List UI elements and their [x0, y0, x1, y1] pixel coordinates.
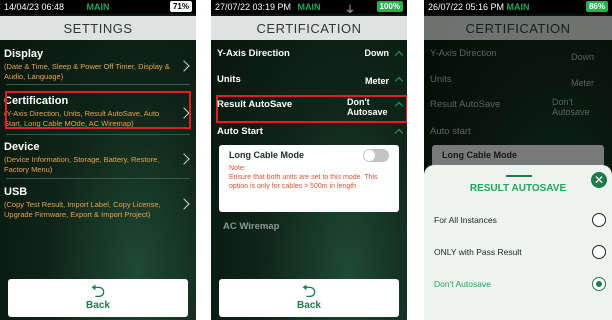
radio-button-selected[interactable] — [592, 277, 606, 291]
battery-indicator: 71% — [169, 1, 192, 12]
menu-item-title: Device — [4, 141, 40, 153]
option-dont-autosave[interactable]: Don't Autosave — [434, 277, 606, 295]
toggle-knob — [364, 150, 375, 161]
menu-item-subtitle: (Copy Test Result, Import Label, Copy Li… — [4, 200, 161, 219]
back-label: Back — [297, 300, 321, 311]
result-autosave-sheet: RESULT AUTOSAVE ✕ For All Instances ONLY… — [424, 165, 612, 320]
back-label: Back — [86, 300, 110, 311]
card-note: Note: Ensure that both units are set to … — [229, 164, 391, 191]
row-label: Y-Axis Direction — [217, 48, 290, 59]
settings-screen: 14/04/23 06:48 MAIN 71% SETTINGS Display… — [0, 0, 196, 320]
option-only-with-pass-result[interactable]: ONLY with Pass Result — [434, 245, 606, 263]
certification-autosave-screen: 26/07/22 05:16 PM MAIN 86% CERTIFICATION… — [424, 0, 612, 320]
divider — [6, 134, 190, 135]
page-title: SETTINGS — [0, 16, 196, 40]
row-label: Units — [217, 74, 241, 85]
menu-item-subtitle: (Date & Time, Sleep & Power Off Timer, D… — [4, 62, 170, 81]
status-bar: 26/07/22 05:16 PM MAIN 86% — [424, 0, 612, 14]
status-bar: 14/04/23 06:48 MAIN 71% — [0, 0, 196, 14]
option-for-all-instances[interactable]: For All Instances — [434, 213, 606, 231]
row-label: Auto Start — [217, 126, 263, 137]
radio-button[interactable] — [592, 213, 606, 227]
sheet-title: RESULT AUTOSAVE — [469, 183, 567, 194]
row-result-autosave[interactable]: Result AutoSave Don't Autosave — [217, 97, 404, 119]
menu-item-subtitle: (Device Information, Storage, Battery, R… — [4, 155, 160, 174]
plug-icon: ⏚ — [345, 5, 355, 16]
row-y-axis-direction[interactable]: Y-Axis Direction Down — [217, 48, 404, 64]
long-cable-mode-card: Long Cable Mode Note: Ensure that both u… — [219, 145, 399, 212]
status-bar: 27/07/22 03:19 PM MAIN ⏚ 100% — [211, 0, 407, 16]
chevron-up-icon — [394, 128, 404, 138]
row-value: Meter — [364, 76, 389, 86]
divider — [6, 178, 190, 179]
menu-item-device[interactable]: Device (Device Information, Storage, Bat… — [4, 141, 190, 175]
highlight-box — [5, 91, 191, 129]
chevron-up-icon — [394, 76, 404, 86]
sheet-handle[interactable] — [506, 175, 532, 177]
status-mode: MAIN — [86, 2, 110, 12]
row-ac-wiremap[interactable]: AC Wiremap — [223, 221, 403, 237]
battery-indicator: 100% — [376, 1, 403, 12]
menu-item-title: Display — [4, 48, 44, 60]
menu-item-usb[interactable]: USB (Copy Test Result, Import Label, Cop… — [4, 186, 190, 220]
row-label: Result AutoSave — [217, 99, 293, 110]
menu-item-title: USB — [4, 186, 28, 198]
certification-screen: 27/07/22 03:19 PM MAIN ⏚ 100% CERTIFICAT… — [211, 0, 407, 320]
card-title: Long Cable Mode — [229, 150, 304, 160]
divider — [6, 84, 190, 85]
row-units[interactable]: Units Meter — [217, 74, 404, 90]
status-mode: MAIN — [506, 2, 530, 12]
back-arrow-icon: ⮌ — [301, 281, 317, 301]
option-label: Don't Autosave — [434, 279, 491, 289]
row-value: Down — [364, 48, 390, 58]
note-title: Note: — [229, 165, 246, 172]
battery-indicator: 86% — [585, 1, 608, 12]
option-label: ONLY with Pass Result — [434, 247, 522, 257]
row-label: AC Wiremap — [223, 221, 280, 232]
row-value: Don't Autosave — [347, 97, 388, 117]
close-icon[interactable]: ✕ — [591, 172, 607, 188]
page-title: CERTIFICATION — [211, 16, 407, 40]
chevron-up-icon — [394, 50, 404, 60]
long-cable-mode-toggle[interactable] — [363, 149, 389, 162]
back-button[interactable]: ⮌ Back — [219, 279, 399, 317]
menu-item-display[interactable]: Display (Date & Time, Sleep & Power Off … — [4, 48, 190, 82]
row-auto-start[interactable]: Auto Start — [217, 126, 404, 142]
note-text: Ensure that both units are set to this m… — [229, 174, 378, 190]
option-label: For All Instances — [434, 215, 497, 225]
back-button[interactable]: ⮌ Back — [8, 279, 188, 317]
chevron-up-icon — [394, 101, 404, 111]
radio-button[interactable] — [592, 245, 606, 259]
back-arrow-icon: ⮌ — [90, 281, 106, 301]
